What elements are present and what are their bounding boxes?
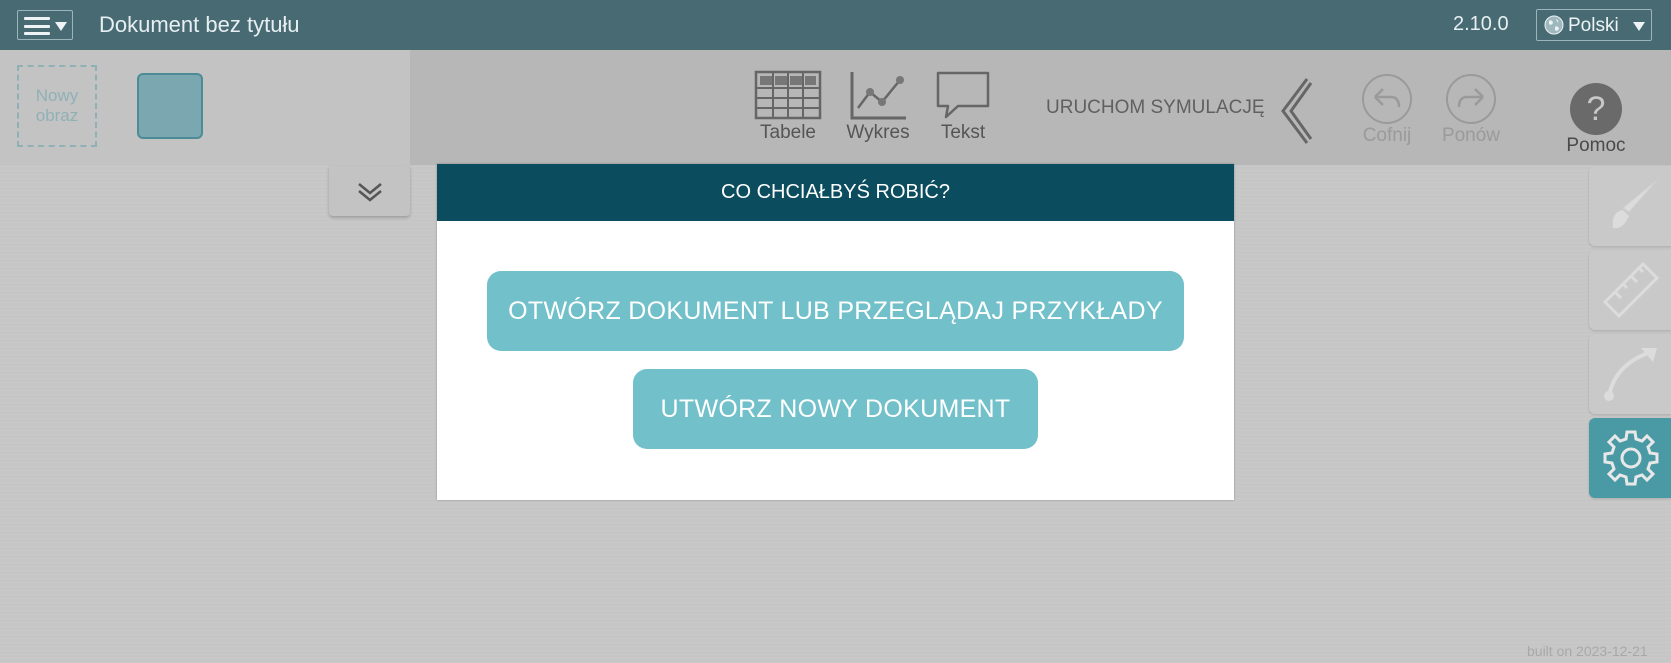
redo-label: Ponów [1441, 125, 1501, 146]
globe-icon [1544, 15, 1564, 35]
tables-button[interactable]: Tabele [752, 70, 824, 144]
chart-label: Wykres [846, 122, 910, 143]
language-selector[interactable]: Polski [1536, 9, 1652, 41]
brush-tool[interactable] [1589, 166, 1671, 246]
brush-icon [1612, 179, 1658, 229]
ruler-tool[interactable] [1589, 250, 1671, 330]
curve-tool[interactable] [1589, 334, 1671, 414]
help-button[interactable]: ? Pomoc [1561, 83, 1631, 157]
help-icon: ? [1570, 83, 1622, 135]
run-simulation-label[interactable]: URUCHOM SYMULACJĘ [1046, 97, 1265, 119]
new-image-button[interactable]: Nowy obraz [17, 65, 97, 147]
double-chevron-down-icon [358, 183, 382, 202]
start-dialog: CO CHCIAŁBYŚ ROBIĆ? OTWÓRZ DOKUMENT LUB … [437, 164, 1234, 500]
text-label: Tekst [940, 122, 986, 143]
chart-button[interactable]: Wykres [840, 70, 916, 144]
menu-button[interactable] [17, 10, 73, 40]
dropdown-arrow-icon [55, 22, 67, 31]
document-title[interactable]: Dokument bez tytułu [99, 12, 300, 38]
chevron-down-icon [1633, 22, 1645, 31]
create-document-button[interactable]: UTWÓRZ NOWY DOKUMENT [633, 369, 1038, 449]
top-bar: Dokument bez tytułu 2.10.0 Polski [0, 0, 1671, 50]
dialog-title: CO CHCIAŁBYŚ ROBIĆ? [437, 164, 1234, 221]
gear-icon [1603, 430, 1659, 486]
open-document-button[interactable]: OTWÓRZ DOKUMENT LUB PRZEGLĄDAJ PRZYKŁADY [487, 271, 1184, 351]
help-label: Pomoc [1566, 135, 1626, 156]
chart-icon [850, 72, 906, 120]
language-label: Polski [1568, 15, 1619, 36]
hamburger-icon [24, 17, 50, 35]
table-icon [754, 70, 822, 120]
new-image-label: Nowy obraz [35, 86, 79, 125]
tables-label: Tabele [760, 122, 816, 143]
image-thumbnail[interactable] [137, 73, 203, 139]
undo-icon [1362, 74, 1412, 124]
speech-bubble-icon [936, 71, 990, 119]
collapse-panel-button[interactable] [329, 166, 410, 216]
build-date: built on 2023-12-21 [1527, 643, 1648, 659]
ruler-icon [1602, 261, 1660, 319]
undo-label: Cofnij [1362, 125, 1412, 146]
version-label: 2.10.0 [1453, 13, 1509, 35]
text-button[interactable]: Tekst [930, 70, 996, 144]
undo-button[interactable]: Cofnij [1353, 73, 1421, 147]
redo-icon [1446, 74, 1496, 124]
curve-arrow-icon [1604, 348, 1657, 401]
settings-tool[interactable] [1589, 418, 1671, 498]
redo-button[interactable]: Ponów [1436, 73, 1506, 147]
chevron-left-icon[interactable] [1277, 75, 1315, 147]
